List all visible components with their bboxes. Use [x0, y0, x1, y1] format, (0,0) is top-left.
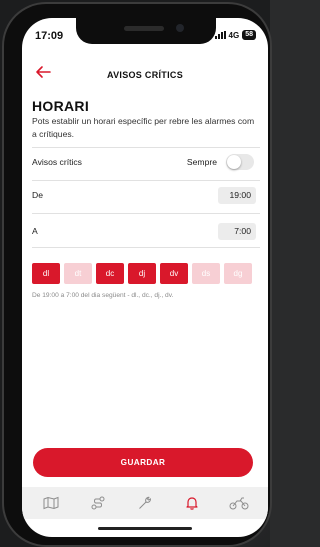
- home-indicator: [98, 527, 192, 530]
- section-heading: HORARI: [32, 98, 90, 114]
- to-label: A: [32, 226, 38, 236]
- day-button-dv[interactable]: dv: [160, 263, 188, 284]
- bottom-tab-bar: [22, 487, 268, 519]
- camera: [176, 24, 184, 32]
- app-screen: 17:09 4G 58 AVISOS CRÍTICS HORARI Pots e…: [22, 18, 268, 537]
- day-button-dt[interactable]: dt: [64, 263, 92, 284]
- day-button-ds[interactable]: ds: [192, 263, 220, 284]
- from-label: De: [32, 190, 43, 200]
- section-description: Pots establir un horari específic per re…: [32, 116, 255, 139]
- divider: [32, 180, 260, 181]
- status-time: 17:09: [35, 30, 64, 42]
- motorbike-icon: [229, 497, 249, 510]
- tab-motorbike[interactable]: [228, 492, 250, 514]
- notch: [76, 18, 216, 44]
- schedule-summary: De 19:00 a 7:00 del dia següent - dl., d…: [32, 292, 174, 299]
- speaker: [124, 26, 164, 31]
- day-button-dg[interactable]: dg: [224, 263, 252, 284]
- day-button-dl[interactable]: dl: [32, 263, 60, 284]
- divider: [32, 213, 260, 214]
- route-icon: [91, 496, 105, 510]
- battery-icon: 58: [242, 30, 256, 40]
- status-indicators: 4G 58: [214, 30, 256, 40]
- toggle-knob: [227, 155, 241, 169]
- from-time-field[interactable]: 19:00: [218, 187, 256, 204]
- day-button-dc[interactable]: dc: [96, 263, 124, 284]
- background: 17:09 4G 58 AVISOS CRÍTICS HORARI Pots e…: [0, 0, 270, 547]
- day-button-dj[interactable]: dj: [128, 263, 156, 284]
- weekday-selector: dl dt dc dj dv ds dg: [32, 263, 252, 284]
- page-title: AVISOS CRÍTICS: [106, 70, 184, 80]
- wrench-icon: [139, 496, 151, 509]
- tab-tools[interactable]: [134, 492, 156, 514]
- nav-bar: AVISOS CRÍTICS: [22, 58, 268, 88]
- tab-routes[interactable]: [87, 492, 109, 514]
- divider: [32, 247, 260, 248]
- signal-icon: [214, 31, 226, 39]
- network-type: 4G: [228, 30, 240, 40]
- phone-frame: 17:09 4G 58 AVISOS CRÍTICS HORARI Pots e…: [4, 4, 270, 545]
- critical-alerts-toggle[interactable]: [226, 154, 254, 170]
- critical-alerts-label: Avisos crítics: [32, 157, 82, 167]
- bell-icon: [186, 497, 198, 510]
- tab-map[interactable]: [40, 492, 62, 514]
- map-icon: [43, 496, 59, 510]
- divider: [32, 147, 260, 148]
- tab-alerts[interactable]: [181, 492, 203, 514]
- status-bar: 17:09 4G 58: [22, 18, 268, 58]
- to-time-field[interactable]: 7:00: [218, 223, 256, 240]
- critical-alerts-value: Sempre: [186, 157, 217, 167]
- save-button[interactable]: GUARDAR: [33, 448, 253, 477]
